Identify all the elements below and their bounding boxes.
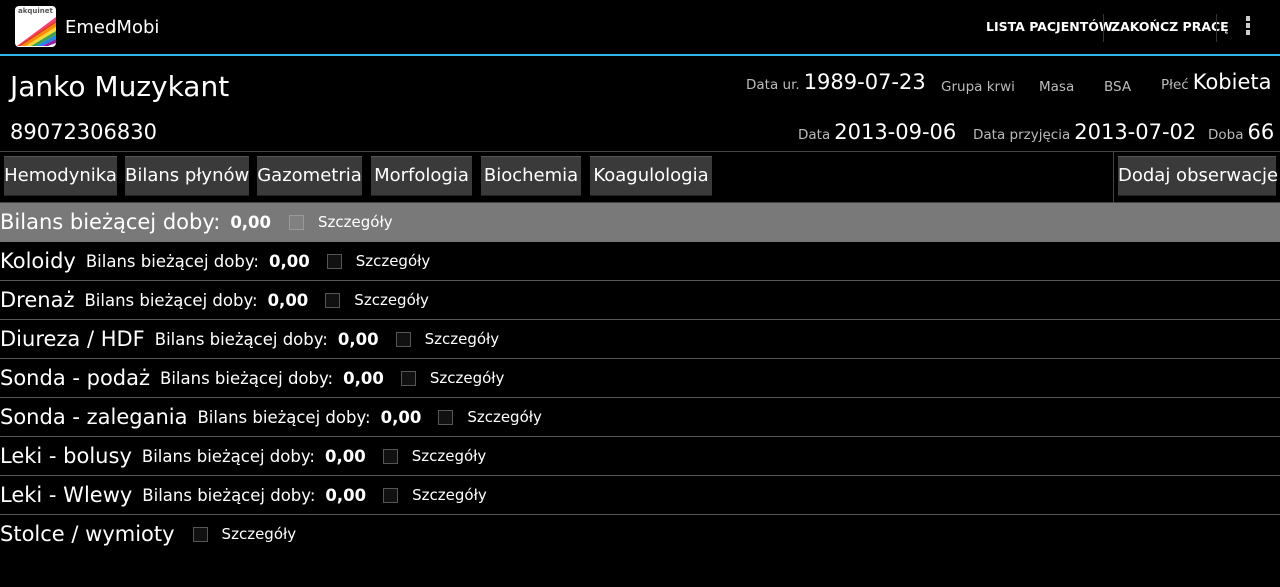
tab-divider bbox=[1113, 152, 1114, 202]
balance-label: Bilans bieżącej doby: bbox=[160, 368, 334, 388]
details-checkbox[interactable] bbox=[289, 214, 305, 230]
day-count: Doba 66 bbox=[1208, 120, 1274, 144]
admission-date: Data przyjęcia 2013-07-02 bbox=[973, 120, 1196, 144]
patient-list-button[interactable]: LISTA PACJENTÓW bbox=[986, 19, 1113, 34]
sex: Płeć Kobieta bbox=[1161, 70, 1271, 94]
row-title: Leki - Wlewy bbox=[0, 483, 133, 507]
details-label: Szczegóły bbox=[424, 330, 500, 348]
date-label: Data bbox=[798, 127, 831, 143]
details-label: Szczegóły bbox=[467, 408, 542, 426]
balance-label: Bilans bieżącej doby: bbox=[141, 446, 315, 466]
blood-group-label: Grupa krwi bbox=[941, 79, 1015, 95]
row-title: Diureza / HDF bbox=[0, 327, 145, 351]
day-label: Doba bbox=[1208, 127, 1244, 143]
details-checkbox[interactable] bbox=[326, 253, 342, 269]
current-date: Data 2013-09-06 bbox=[798, 120, 956, 144]
row-title: Stolce / wymioty bbox=[0, 522, 175, 546]
row-title: Sonda - podaż bbox=[0, 366, 151, 390]
tab-gazometria[interactable]: Gazometria bbox=[257, 156, 362, 196]
day-value: 66 bbox=[1247, 120, 1275, 144]
patient-id: 89072306830 bbox=[10, 120, 157, 144]
details-label: Szczegóły bbox=[221, 525, 297, 543]
row-value: 0,00 bbox=[268, 251, 310, 271]
logo-stripes bbox=[17, 17, 56, 46]
action-bar: akquinet EmedMobi LISTA PACJENTÓW ZAKOŃC… bbox=[0, 0, 1280, 56]
mass: Masa bbox=[1039, 76, 1078, 95]
row-value: 0,00 bbox=[337, 329, 379, 349]
row-title: Sonda - zalegania bbox=[0, 405, 188, 429]
menu-divider bbox=[1103, 14, 1104, 42]
tab-bilans-plynow[interactable]: Bilans płynów bbox=[125, 156, 249, 196]
balance-label: Bilans bieżącej doby: bbox=[154, 329, 328, 349]
row-title: Bilans bieżącej doby: bbox=[0, 210, 221, 234]
balance-label: Bilans bieżącej doby: bbox=[85, 251, 259, 271]
app-logo-icon[interactable]: akquinet bbox=[15, 6, 56, 47]
tab-koagulologia[interactable]: Koagulologia bbox=[590, 156, 712, 196]
end-work-button[interactable]: ZAKOŃCZ PRACĘ bbox=[1111, 19, 1229, 34]
bsa: BSA bbox=[1104, 76, 1135, 95]
list-item-stolce[interactable]: Stolce / wymioty Szczegóły bbox=[0, 515, 1280, 553]
birth-date-value: 1989-07-23 bbox=[803, 70, 926, 94]
blood-group: Grupa krwi bbox=[941, 76, 1019, 95]
details-checkbox[interactable] bbox=[192, 526, 208, 542]
list-item-sonda-podaz[interactable]: Sonda - podaż Bilans bieżącej doby: 0,00… bbox=[0, 359, 1280, 398]
summary-row[interactable]: Bilans bieżącej doby: 0,00 Szczegóły bbox=[0, 203, 1280, 242]
row-value: 0,00 bbox=[325, 485, 367, 505]
list-item-leki-bolusy[interactable]: Leki - bolusy Bilans bieżącej doby: 0,00… bbox=[0, 437, 1280, 476]
details-label: Szczegóły bbox=[318, 213, 393, 231]
list-item-leki-wlewy[interactable]: Leki - Wlewy Bilans bieżącej doby: 0,00 … bbox=[0, 476, 1280, 515]
details-checkbox[interactable] bbox=[395, 331, 411, 347]
row-value: 0,00 bbox=[343, 368, 384, 388]
details-label: Szczegóły bbox=[412, 486, 487, 504]
row-title: Drenaż bbox=[0, 288, 75, 312]
details-label: Szczegóły bbox=[355, 252, 431, 270]
birth-date: Data ur. 1989-07-23 bbox=[746, 70, 926, 94]
row-value: 0,00 bbox=[380, 407, 422, 427]
row-value: 0,00 bbox=[267, 290, 309, 310]
details-checkbox[interactable] bbox=[383, 487, 399, 503]
details-label: Szczegóły bbox=[354, 291, 429, 309]
menu-divider bbox=[1216, 14, 1217, 42]
admission-label: Data przyjęcia bbox=[973, 127, 1071, 143]
bsa-label: BSA bbox=[1104, 79, 1132, 95]
row-title: Leki - bolusy bbox=[0, 444, 132, 468]
details-label: Szczegóły bbox=[429, 369, 505, 387]
mass-label: Masa bbox=[1039, 79, 1075, 95]
details-label: Szczegóły bbox=[411, 447, 487, 465]
row-title: Koloidy bbox=[0, 249, 76, 273]
tab-hemodynika[interactable]: Hemodynika bbox=[4, 156, 117, 196]
patient-name: Janko Muzykant bbox=[10, 70, 230, 103]
date-value: 2013-09-06 bbox=[834, 120, 957, 144]
balance-label: Bilans bieżącej doby: bbox=[197, 407, 371, 427]
details-checkbox[interactable] bbox=[325, 292, 341, 308]
details-checkbox[interactable] bbox=[382, 448, 398, 464]
balance-label: Bilans bieżącej doby: bbox=[84, 290, 258, 310]
sex-value: Kobieta bbox=[1192, 70, 1272, 94]
row-value: 0,00 bbox=[324, 446, 366, 466]
tab-biochemia[interactable]: Biochemia bbox=[481, 156, 581, 196]
list-item-koloidy[interactable]: Koloidy Bilans bieżącej doby: 0,00 Szcze… bbox=[0, 242, 1280, 281]
add-observation-button[interactable]: Dodaj obserwacje bbox=[1118, 156, 1278, 196]
list-item-diureza[interactable]: Diureza / HDF Bilans bieżącej doby: 0,00… bbox=[0, 320, 1280, 359]
list-item-drenaz[interactable]: Drenaż Bilans bieżącej doby: 0,00 Szczeg… bbox=[0, 281, 1280, 320]
list-item-sonda-zalegania[interactable]: Sonda - zalegania Bilans bieżącej doby: … bbox=[0, 398, 1280, 437]
balance-label: Bilans bieżącej doby: bbox=[142, 485, 316, 505]
admission-value: 2013-07-02 bbox=[1074, 120, 1197, 144]
header-divider bbox=[0, 151, 1280, 152]
app-title: EmedMobi bbox=[65, 17, 160, 38]
overflow-menu-icon[interactable] bbox=[1244, 16, 1252, 40]
row-value: 0,00 bbox=[230, 212, 272, 232]
details-checkbox[interactable] bbox=[438, 409, 454, 425]
tab-morfologia[interactable]: Morfologia bbox=[371, 156, 472, 196]
details-checkbox[interactable] bbox=[400, 370, 416, 386]
birth-date-label: Data ur. bbox=[746, 77, 800, 93]
sex-label: Płeć bbox=[1161, 77, 1189, 93]
